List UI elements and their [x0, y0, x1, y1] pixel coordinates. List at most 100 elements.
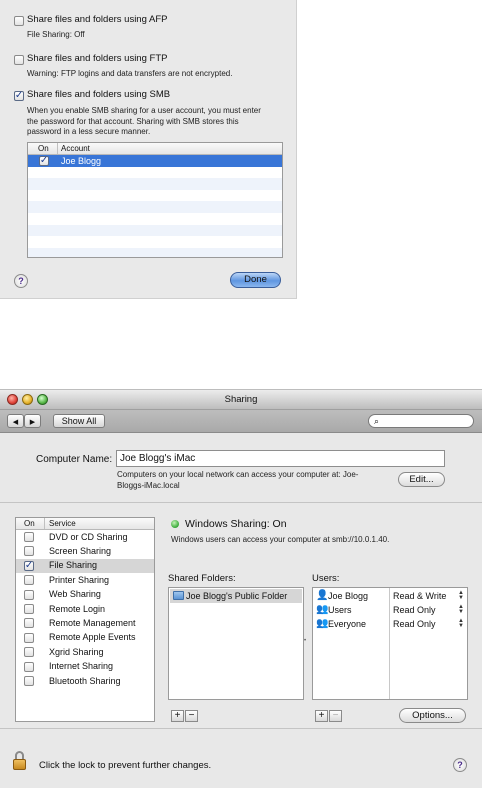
service-item-xgrid-sharing[interactable]: Xgrid Sharing [16, 645, 154, 659]
table-row-empty [28, 247, 282, 257]
service-item-screen-sharing[interactable]: Screen Sharing [16, 544, 154, 558]
service-item-web-sharing[interactable]: Web Sharing [16, 588, 154, 602]
user-access[interactable]: Read & Write [393, 591, 446, 601]
service-item-remote-management[interactable]: Remote Management [16, 616, 154, 630]
account-checkbox[interactable]: ✓ [39, 156, 49, 166]
stepper-arrows-icon[interactable]: ▲ ▼ [458, 604, 464, 615]
account-name: Joe Blogg [61, 156, 102, 166]
lock-icon[interactable] [13, 751, 29, 771]
shared-folders-list[interactable]: Joe Blogg's Public Folder [168, 587, 304, 700]
service-checkbox[interactable] [24, 661, 34, 672]
service-checkbox[interactable] [24, 647, 34, 658]
smb-options-sheet: Share files and folders using AFP File S… [0, 0, 297, 299]
sharing-status: Windows Sharing: On [185, 518, 287, 530]
service-item-printer-sharing[interactable]: Printer Sharing [16, 573, 154, 587]
user-name: Joe Blogg [328, 591, 369, 601]
col-service-header[interactable]: Service [49, 519, 76, 528]
options-button[interactable]: Options... [399, 708, 466, 723]
ftp-note: Warning: FTP logins and data transfers a… [27, 69, 233, 78]
user-access[interactable]: Read Only [393, 619, 436, 629]
service-label: Bluetooth Sharing [49, 675, 121, 686]
col-account-header[interactable]: Account [61, 144, 90, 153]
service-label: Remote Apple Events [49, 632, 136, 643]
stepper-arrows-icon[interactable]: ▲ ▼ [458, 590, 464, 601]
service-item-file-sharing[interactable]: ✓ File Sharing [16, 558, 154, 574]
smb-accounts-table[interactable]: On Account ✓ Joe Blogg [27, 142, 283, 258]
service-checkbox[interactable] [24, 604, 34, 614]
service-checkbox[interactable] [24, 618, 34, 629]
table-row[interactable]: 👥 Everyone Read Only ▲ ▼ [313, 618, 468, 632]
table-row-empty [28, 190, 282, 202]
user-name: Everyone [328, 619, 367, 629]
table-row-empty [28, 213, 282, 225]
add-folder-button[interactable]: + [171, 710, 184, 722]
checkmark-icon: ✓ [14, 90, 24, 101]
table-row-empty [28, 201, 282, 213]
status-indicator-icon [171, 520, 179, 528]
user-access[interactable]: Read Only [393, 605, 436, 615]
service-checkbox[interactable] [24, 589, 34, 600]
computer-name-label: Computer Name: [36, 454, 113, 465]
afp-note: File Sharing: Off [27, 30, 85, 39]
users-label: Users: [312, 573, 340, 584]
service-item-remote-login[interactable]: Remote Login [16, 602, 154, 616]
add-user-button[interactable]: + [315, 710, 328, 722]
address-line: Computers on your local network can acce… [117, 470, 359, 479]
service-item-bluetooth-sharing[interactable]: Bluetooth Sharing [16, 674, 154, 688]
done-button[interactable]: Done [230, 272, 281, 288]
search-field[interactable]: ⌕ [368, 414, 474, 428]
service-checkbox[interactable] [24, 546, 34, 557]
question-mark-icon: ? [457, 760, 463, 770]
search-icon: ⌕ [374, 416, 380, 426]
service-checkbox[interactable]: ✓ [24, 560, 34, 571]
table-row[interactable]: ✓ Joe Blogg [28, 155, 282, 167]
forward-arrow-icon: ▶ [29, 419, 36, 426]
forward-button[interactable]: ▶ [24, 414, 41, 428]
col-on-header[interactable]: On [38, 144, 49, 153]
help-button[interactable]: ? [453, 758, 467, 772]
smb-note-line: password in a less secure manner. [27, 127, 151, 136]
service-item-internet-sharing[interactable]: Internet Sharing [16, 660, 154, 674]
help-button[interactable]: ? [14, 274, 28, 288]
address-line: Bloggs-iMac.local [117, 480, 180, 490]
window-title: Sharing [224, 394, 258, 405]
remove-user-button[interactable]: − [329, 710, 342, 722]
stepper-arrows-icon[interactable]: ▲ ▼ [458, 618, 464, 629]
users-list[interactable]: 👤 Joe Blogg Read & Write ▲ ▼ 👥 Users Read… [312, 587, 468, 700]
user-icon: 👤 [316, 590, 329, 601]
table-row[interactable]: 👥 Users Read Only ▲ ▼ [313, 604, 468, 618]
remove-folder-button[interactable]: − [185, 710, 198, 722]
user-name: Users [328, 605, 352, 615]
list-item[interactable]: Joe Blogg's Public Folder [170, 589, 302, 603]
service-list[interactable]: On Service DVD or CD Sharing Screen Shar… [15, 517, 155, 722]
splitter-handle-icon[interactable]: • [304, 638, 306, 644]
service-item-remote-apple-events[interactable]: Remote Apple Events [16, 631, 154, 645]
shared-folder-name: Joe Blogg's Public Folder [186, 590, 288, 601]
checkmark-icon: ✓ [39, 155, 49, 166]
lock-message: Click the lock to prevent further change… [39, 760, 212, 771]
show-all-button[interactable]: Show All [53, 414, 105, 428]
smb-note-line: the password for that account. Sharing w… [27, 116, 239, 126]
service-checkbox[interactable] [24, 575, 34, 586]
computer-name-field[interactable]: Joe Blogg's iMac [116, 450, 445, 467]
back-arrow-icon: ◀ [12, 419, 19, 426]
question-mark-icon: ? [18, 276, 24, 286]
divider [0, 502, 482, 503]
table-row[interactable]: 👤 Joe Blogg Read & Write ▲ ▼ [313, 590, 468, 604]
service-checkbox[interactable] [24, 532, 34, 542]
ftp-label: Share files and folders using FTP [27, 53, 168, 64]
edit-button[interactable]: Edit... [398, 472, 445, 487]
ftp-checkbox[interactable] [14, 55, 24, 65]
computer-address-note: Computers on your local network can acce… [117, 470, 358, 491]
back-button[interactable]: ◀ [7, 414, 24, 428]
service-item-dvd-cd-sharing[interactable]: DVD or CD Sharing [16, 530, 154, 544]
service-label: Remote Login [49, 603, 106, 614]
service-checkbox[interactable] [24, 676, 34, 686]
smb-note: When you enable SMB sharing for a user a… [27, 106, 261, 138]
service-checkbox[interactable] [24, 632, 34, 643]
service-label: Internet Sharing [49, 661, 114, 672]
smb-checkbox[interactable]: ✓ [14, 91, 24, 101]
afp-label: Share files and folders using AFP [27, 14, 168, 25]
col-on-header[interactable]: On [24, 519, 35, 528]
afp-checkbox[interactable] [14, 16, 24, 26]
